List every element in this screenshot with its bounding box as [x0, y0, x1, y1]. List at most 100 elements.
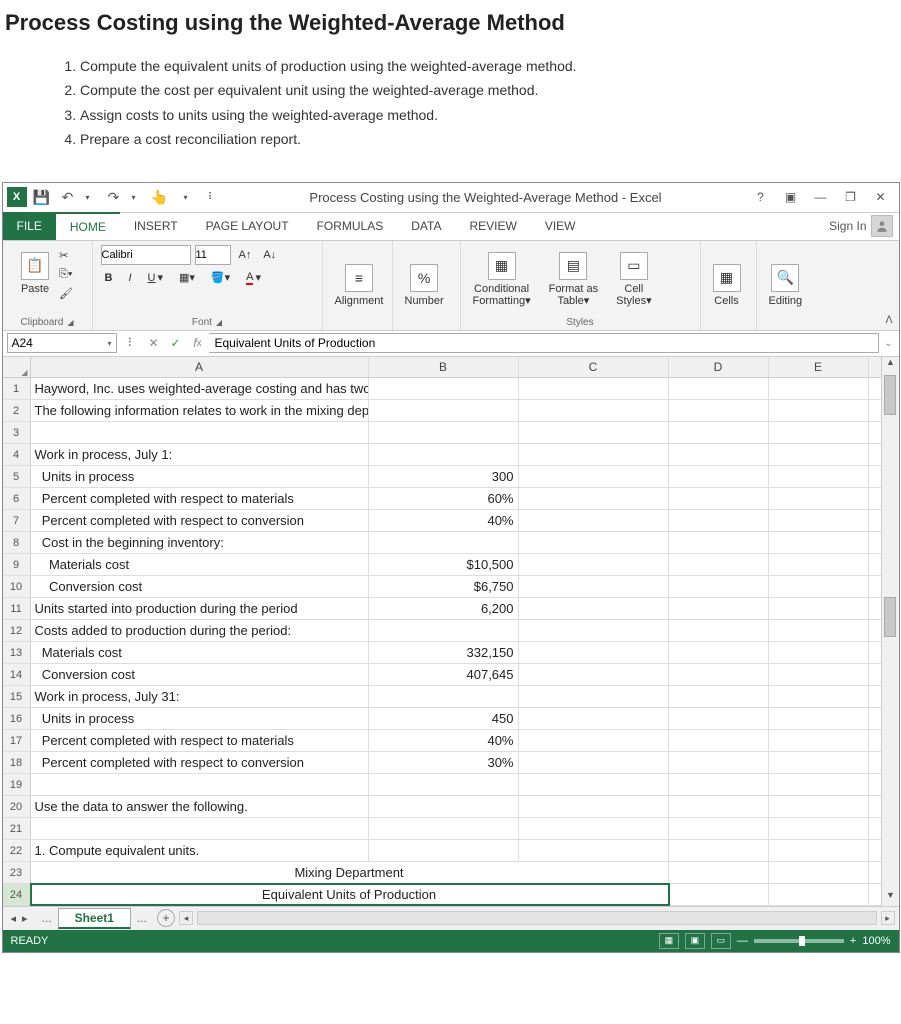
font-color-button[interactable]: A▾	[242, 269, 265, 287]
zoom-in-icon[interactable]: +	[850, 935, 856, 947]
conditional-formatting-button[interactable]: ▦ConditionalFormatting▾	[469, 250, 535, 309]
cell[interactable]: $6,750	[369, 576, 519, 597]
cell[interactable]: Work in process, July 31:	[31, 686, 369, 707]
cell[interactable]	[769, 664, 869, 685]
cell[interactable]	[669, 488, 769, 509]
cell[interactable]	[669, 730, 769, 751]
tab-insert[interactable]: INSERT	[120, 212, 192, 240]
row-header[interactable]: 24	[3, 884, 31, 905]
row-header[interactable]: 6	[3, 488, 31, 509]
column-header-d[interactable]: D	[669, 357, 769, 377]
font-name-select[interactable]	[101, 245, 191, 265]
cell[interactable]	[31, 774, 369, 795]
cell[interactable]: 332,150	[369, 642, 519, 663]
row-header[interactable]: 16	[3, 708, 31, 729]
row-header[interactable]: 21	[3, 818, 31, 839]
cell[interactable]	[769, 840, 869, 861]
cell[interactable]	[669, 752, 769, 773]
zoom-slider[interactable]	[754, 939, 844, 943]
cell[interactable]: Hayword, Inc. uses weighted-average cost…	[31, 378, 369, 399]
cell[interactable]	[369, 686, 519, 707]
row-header[interactable]: 3	[3, 422, 31, 443]
cell[interactable]	[669, 884, 769, 905]
row-header[interactable]: 14	[3, 664, 31, 685]
cell[interactable]: 30%	[369, 752, 519, 773]
sign-in-link[interactable]: Sign In	[829, 219, 866, 233]
scroll-up-icon[interactable]: ▲	[882, 357, 900, 373]
cell[interactable]: Units in process	[31, 708, 369, 729]
sheet-tab-sheet1[interactable]: Sheet1	[58, 908, 131, 929]
hscroll-left-icon[interactable]: ◂	[179, 911, 193, 925]
cell[interactable]	[769, 488, 869, 509]
touch-mode-icon[interactable]: 👆	[149, 186, 171, 208]
column-header-a[interactable]: A	[31, 357, 369, 377]
cell[interactable]	[669, 444, 769, 465]
cell[interactable]	[519, 466, 669, 487]
row-header[interactable]: 4	[3, 444, 31, 465]
cell[interactable]	[769, 862, 869, 883]
cell[interactable]	[669, 576, 769, 597]
cell[interactable]	[769, 554, 869, 575]
cell[interactable]	[669, 466, 769, 487]
cell[interactable]	[769, 510, 869, 531]
collapse-ribbon-icon[interactable]: ᐱ	[886, 315, 893, 326]
cell[interactable]	[769, 642, 869, 663]
cell[interactable]	[769, 620, 869, 641]
cell[interactable]	[769, 576, 869, 597]
cell[interactable]	[669, 708, 769, 729]
cell[interactable]	[369, 532, 519, 553]
cell[interactable]	[519, 422, 669, 443]
cell[interactable]	[519, 400, 669, 421]
cell[interactable]	[769, 466, 869, 487]
cell[interactable]: Equivalent Units of Production	[31, 884, 669, 905]
cell[interactable]	[369, 444, 519, 465]
column-header-c[interactable]: C	[519, 357, 669, 377]
formula-input[interactable]: Equivalent Units of Production	[209, 333, 879, 353]
row-header[interactable]: 18	[3, 752, 31, 773]
tab-formulas[interactable]: FORMULAS	[303, 212, 398, 240]
increase-font-icon[interactable]: A↑	[235, 247, 256, 263]
row-header[interactable]: 7	[3, 510, 31, 531]
cell[interactable]	[769, 422, 869, 443]
ribbon-display-options-icon[interactable]: ▣	[779, 187, 803, 207]
cell[interactable]	[669, 532, 769, 553]
maximize-icon[interactable]: ❐	[839, 187, 863, 207]
sheet-tabs-more-left[interactable]: ...	[36, 911, 58, 925]
cell[interactable]	[519, 510, 669, 531]
cell[interactable]	[669, 620, 769, 641]
cell[interactable]: Conversion cost	[31, 576, 369, 597]
zoom-level[interactable]: 100%	[862, 935, 890, 947]
enter-formula-icon[interactable]: ✓	[165, 332, 187, 354]
cell[interactable]: Work in process, July 1:	[31, 444, 369, 465]
row-header[interactable]: 22	[3, 840, 31, 861]
scroll-down-icon[interactable]: ▼	[882, 890, 900, 906]
cell[interactable]	[519, 598, 669, 619]
cell[interactable]	[369, 774, 519, 795]
cell[interactable]: Percent completed with respect to materi…	[31, 488, 369, 509]
tab-view[interactable]: VIEW	[531, 212, 590, 240]
hscroll-right-icon[interactable]: ▸	[881, 911, 895, 925]
cell[interactable]: Percent completed with respect to materi…	[31, 730, 369, 751]
cell[interactable]: Units in process	[31, 466, 369, 487]
cell[interactable]	[519, 752, 669, 773]
number-button[interactable]: %Number	[401, 262, 448, 309]
cell[interactable]	[369, 378, 519, 399]
tab-data[interactable]: DATA	[397, 212, 455, 240]
expand-formula-bar-icon[interactable]: ⌄	[879, 338, 899, 349]
row-header[interactable]: 9	[3, 554, 31, 575]
cell[interactable]	[519, 840, 669, 861]
minimize-icon[interactable]: —	[809, 187, 833, 207]
cell[interactable]	[31, 818, 369, 839]
cell[interactable]	[769, 400, 869, 421]
cell[interactable]: 1. Compute equivalent units.	[31, 840, 369, 861]
cell[interactable]	[769, 378, 869, 399]
cell[interactable]	[669, 796, 769, 817]
dialog-launcher-icon[interactable]: ◢	[67, 318, 73, 327]
cell[interactable]	[369, 818, 519, 839]
cell[interactable]	[769, 730, 869, 751]
column-header-b[interactable]: B	[369, 357, 519, 377]
italic-button[interactable]: I	[124, 270, 135, 286]
cell[interactable]	[519, 444, 669, 465]
page-break-view-icon[interactable]: ▭	[711, 933, 731, 949]
cut-icon[interactable]: ✂	[55, 247, 77, 264]
